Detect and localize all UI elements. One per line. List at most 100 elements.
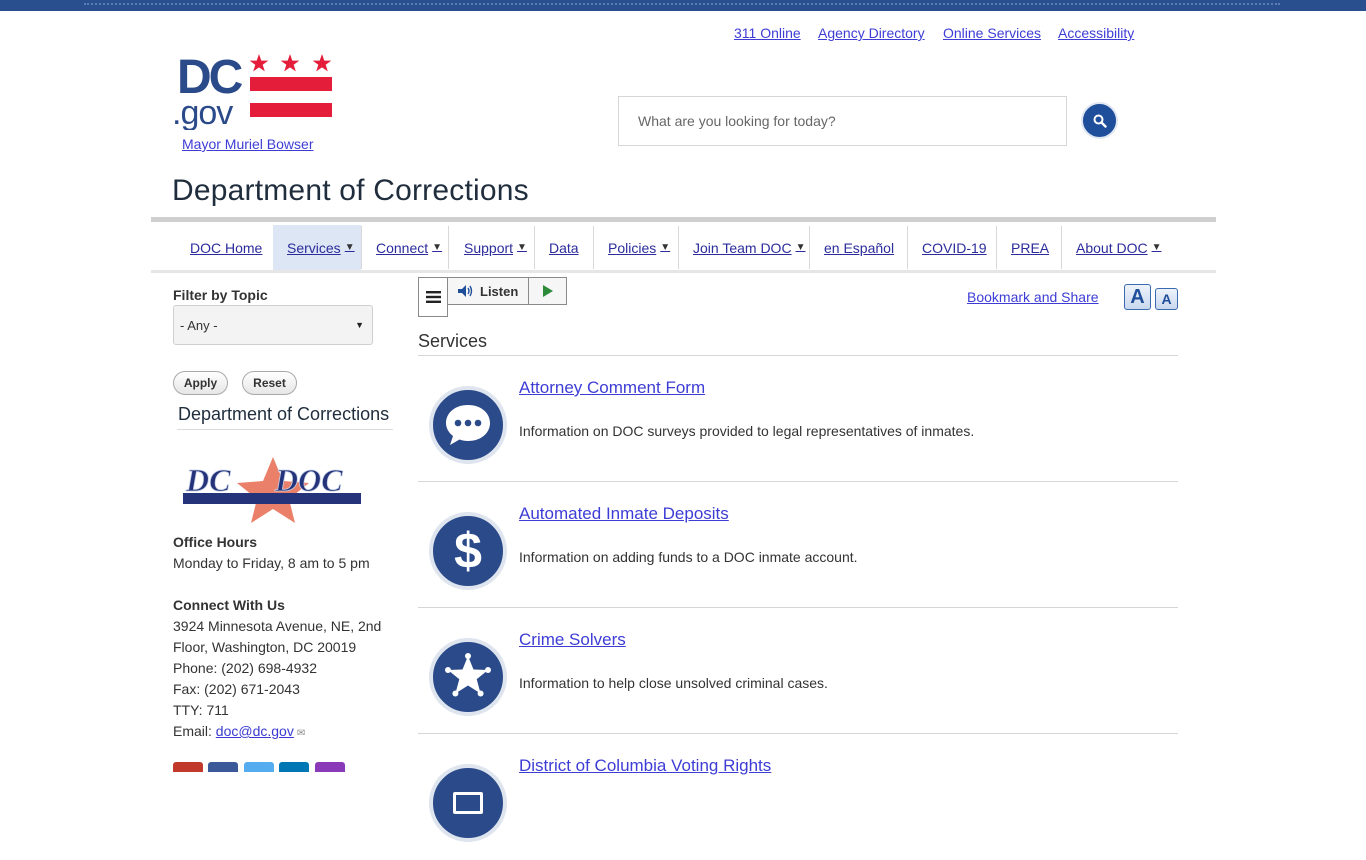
nav-item-policies[interactable]: Policies ▼ xyxy=(594,225,684,270)
filter-selected-value: - Any - xyxy=(180,317,218,333)
list-item: $ Automated Inmate Deposits Information … xyxy=(418,482,1178,608)
bookmark-share-link[interactable]: Bookmark and Share xyxy=(967,289,1099,305)
service-icon-badge xyxy=(429,386,507,464)
office-hours-block: Office Hours Monday to Friday, 8 am to 5… xyxy=(173,532,370,574)
menu-icon xyxy=(425,291,441,303)
dc-doc-logo: DC DOC xyxy=(183,455,363,525)
speaker-icon xyxy=(458,285,473,297)
twitter-icon[interactable] xyxy=(244,762,274,772)
service-description: Information on adding funds to a DOC inm… xyxy=(519,549,858,565)
apply-button[interactable]: Apply xyxy=(173,371,228,395)
service-link[interactable]: Automated Inmate Deposits xyxy=(519,504,729,524)
linkedin-icon[interactable] xyxy=(279,762,309,772)
nav-item-about-doc[interactable]: About DOC ▼ xyxy=(1062,225,1176,270)
service-icon-badge: $ xyxy=(429,512,507,590)
nav-item-en-espanol[interactable]: en Español xyxy=(810,225,908,270)
util-link-accessibility[interactable]: Accessibility xyxy=(1058,25,1134,41)
service-icon-badge xyxy=(429,764,507,842)
list-item: District of Columbia Voting Rights xyxy=(418,734,1178,860)
service-description: Information to help close unsolved crimi… xyxy=(519,675,828,691)
dollar-icon: $ xyxy=(454,523,482,579)
service-icon-badge xyxy=(429,638,507,716)
nav-label: Join Team DOC xyxy=(693,239,792,256)
font-decrease-button[interactable]: A xyxy=(1155,288,1178,310)
top-banner xyxy=(0,0,1366,11)
email-link[interactable]: doc@dc.gov xyxy=(216,723,294,739)
font-increase-button[interactable]: A xyxy=(1124,284,1151,310)
font-decrease-label: A xyxy=(1161,291,1172,307)
topic-filter-select[interactable]: - Any - ▼ xyxy=(173,305,373,345)
youtube-icon[interactable] xyxy=(173,762,203,772)
nav-label: Policies xyxy=(608,239,657,256)
caret-down-icon: ▼ xyxy=(517,242,527,253)
filter-label: Filter by Topic xyxy=(173,287,268,303)
caret-down-icon: ▼ xyxy=(660,242,671,253)
mayor-link[interactable]: Mayor Muriel Bowser xyxy=(182,136,313,152)
nav-item-data[interactable]: Data xyxy=(535,225,593,270)
reset-button[interactable]: Reset xyxy=(242,371,297,395)
nav-item-join-team-doc[interactable]: Join Team DOC ▼ xyxy=(679,225,819,270)
caret-down-icon: ▼ xyxy=(432,242,443,253)
nav-item-doc-home[interactable]: DOC Home xyxy=(176,225,276,270)
search-button[interactable] xyxy=(1081,102,1118,139)
envelope-icon: ✉ xyxy=(296,728,306,739)
main-nav: DOC Home Services ▼ Connect ▼ Support ▼ Dat… xyxy=(151,225,1216,270)
connect-title: Connect With Us xyxy=(173,597,285,613)
nav-divider xyxy=(448,226,449,269)
fax-number: Fax: (202) 671-2043 xyxy=(173,681,300,697)
play-icon xyxy=(542,285,553,297)
office-hours-title: Office Hours xyxy=(173,534,258,550)
dc-gov-logo[interactable]: DC .gov xyxy=(172,50,334,132)
util-link-311[interactable]: 311 Online xyxy=(734,25,801,41)
nav-label: Connect xyxy=(376,239,429,256)
service-description: Information on DOC surveys provided to l… xyxy=(519,423,975,439)
email-label: Email: xyxy=(173,723,216,739)
section-title: Services xyxy=(418,331,488,351)
play-button[interactable] xyxy=(528,277,567,305)
tty-number: TTY: 711 xyxy=(173,702,229,718)
office-hours-value: Monday to Friday, 8 am to 5 pm xyxy=(173,555,370,571)
caret-down-icon: ▼ xyxy=(355,320,364,330)
util-link-online-services[interactable]: Online Services xyxy=(943,25,1041,41)
ballot-icon xyxy=(453,792,483,814)
page-title: Department of Corrections xyxy=(172,174,529,207)
nav-divider-bottom xyxy=(151,270,1216,273)
readspeaker-menu-button[interactable] xyxy=(418,277,448,317)
nav-item-covid-19[interactable]: COVID-19 xyxy=(908,225,1001,270)
nav-label: Services xyxy=(287,239,341,256)
sidebar-divider xyxy=(177,429,393,430)
caret-down-icon: ▼ xyxy=(1151,242,1162,253)
speech-bubble-icon xyxy=(446,405,490,445)
nav-item-connect[interactable]: Connect ▼ xyxy=(362,225,456,270)
svg-text:DC: DC xyxy=(185,462,231,498)
nav-label: DOC Home xyxy=(190,239,263,256)
service-link[interactable]: Attorney Comment Form xyxy=(519,378,705,398)
title-divider xyxy=(151,217,1216,222)
nav-item-prea[interactable]: PREA xyxy=(997,225,1063,270)
address-line-1: 3924 Minnesota Avenue, NE, 2nd xyxy=(173,618,382,634)
service-link[interactable]: District of Columbia Voting Rights xyxy=(519,756,771,776)
instagram-icon[interactable] xyxy=(315,762,345,772)
nav-label: Support xyxy=(464,239,514,256)
nav-label: COVID-19 xyxy=(922,239,987,256)
list-item: Crime Solvers Information to help close … xyxy=(418,608,1178,734)
nav-item-support[interactable]: Support ▼ xyxy=(450,225,541,270)
top-banner-pattern xyxy=(84,3,1280,5)
svg-text:.gov: .gov xyxy=(172,94,233,130)
search-input[interactable] xyxy=(618,96,1067,146)
listen-button[interactable]: Listen xyxy=(447,277,529,305)
service-link[interactable]: Crime Solvers xyxy=(519,630,626,650)
sidebar-heading: Department of Corrections xyxy=(178,404,390,424)
list-item: Attorney Comment Form Information on DOC… xyxy=(418,356,1178,482)
nav-label: en Español xyxy=(824,239,895,256)
caret-down-icon: ▼ xyxy=(344,242,355,253)
nav-item-services[interactable]: Services ▼ xyxy=(273,225,361,270)
svg-text:DOC: DOC xyxy=(274,462,343,498)
nav-label: PREA xyxy=(1011,239,1050,256)
facebook-icon[interactable] xyxy=(208,762,238,772)
address-line-2: Floor, Washington, DC 20019 xyxy=(173,639,357,655)
nav-label: About DOC xyxy=(1076,239,1148,256)
util-link-agency-directory[interactable]: Agency Directory xyxy=(818,25,925,41)
search-icon xyxy=(1093,114,1107,128)
contact-block: Connect With Us 3924 Minnesota Avenue, N… xyxy=(173,595,381,744)
